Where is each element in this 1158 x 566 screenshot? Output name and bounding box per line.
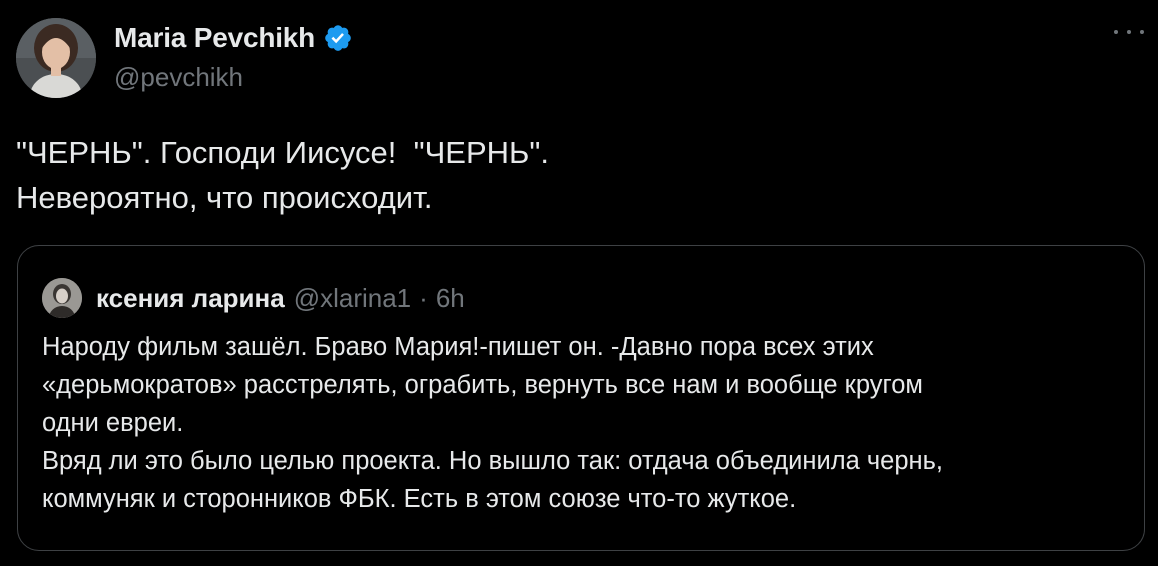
author-avatar[interactable] — [16, 18, 96, 98]
quoted-author-name[interactable]: ксения ларина — [96, 283, 285, 314]
author-name-row: Maria Pevchikh — [114, 22, 353, 54]
quoted-tweet-timestamp[interactable]: 6h — [436, 283, 465, 314]
tweet-text-line: "ЧЕРНЬ". Господи Иисусе! "ЧЕРНЬ". — [16, 135, 549, 170]
author-display-name[interactable]: Maria Pevchikh — [114, 22, 315, 54]
author-avatar-image — [16, 18, 96, 98]
quoted-author-avatar-image — [42, 278, 82, 318]
quoted-author-handle[interactable]: @xlarina1 — [294, 283, 411, 314]
header-separator: · — [419, 282, 428, 313]
quoted-tweet-text: Народу фильм зашёл. Браво Мария!-пишет о… — [42, 328, 1132, 518]
tweet-card: Maria Pevchikh @pevchikh "ЧЕРНЬ". Господ… — [0, 0, 1158, 566]
more-options-icon[interactable] — [1114, 22, 1144, 42]
quoted-text-line: коммуняк и сторонников ФБК. Есть в этом … — [42, 485, 797, 513]
quoted-tweet[interactable]: ксения ларина @xlarina1 · 6h Народу филь… — [17, 245, 1145, 551]
quoted-text-line: «дерьмократов» расстрелять, ограбить, ве… — [42, 371, 923, 399]
more-dot — [1140, 30, 1144, 34]
quoted-tweet-header: ксения ларина @xlarina1 · 6h — [96, 278, 465, 318]
quoted-text-line: одни евреи. — [42, 409, 184, 437]
more-dot — [1114, 30, 1118, 34]
quoted-text-line: Народу фильм зашёл. Браво Мария!-пишет о… — [42, 333, 874, 361]
author-handle[interactable]: @pevchikh — [114, 62, 243, 93]
quoted-author-avatar[interactable] — [42, 278, 82, 318]
tweet-text-line: Невероятно, что происходит. — [16, 180, 433, 215]
quoted-text-line: Вряд ли это было целью проекта. Но вышло… — [42, 447, 943, 475]
tweet-text: "ЧЕРНЬ". Господи Иисусе! "ЧЕРНЬ". Неверо… — [16, 130, 1136, 220]
verified-badge-icon[interactable] — [323, 23, 353, 53]
more-dot — [1127, 30, 1131, 34]
